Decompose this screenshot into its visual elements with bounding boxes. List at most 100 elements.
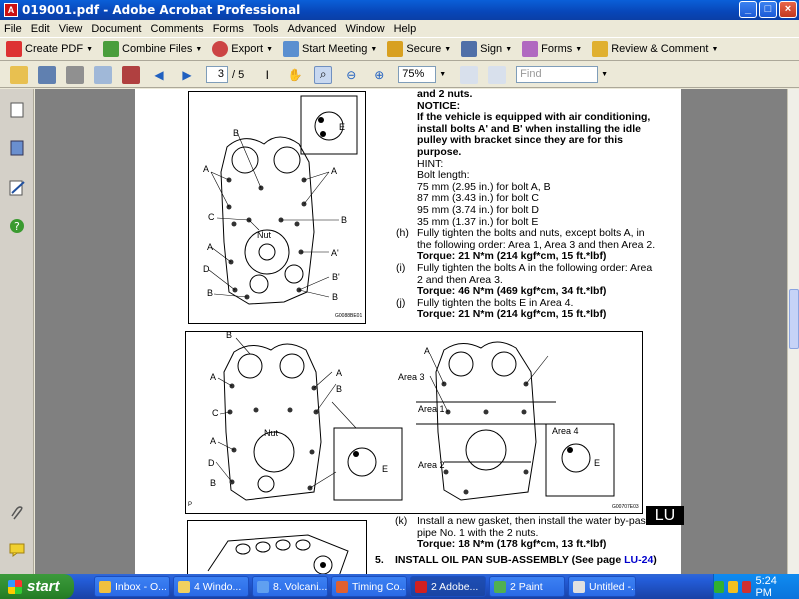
engine-diagram-top: B A A C B Nut A A' D B' B B E G0088BE01 — [188, 91, 366, 324]
start-button[interactable]: start — [0, 574, 74, 599]
network-icon[interactable] — [713, 580, 724, 593]
task-timing[interactable]: Timing Co... — [331, 576, 407, 597]
page-total: / 5 — [232, 68, 245, 81]
export-icon — [212, 41, 229, 57]
combine-files-button[interactable]: Combine Files ▼ — [103, 41, 202, 57]
menu-advanced[interactable]: Advanced — [288, 23, 337, 35]
task-windows[interactable]: 4 Windo... — [173, 576, 249, 597]
create-pdf-button[interactable]: Create PDF ▼ — [6, 41, 93, 57]
diagram-label: B' — [332, 272, 340, 282]
scroll-thumb[interactable] — [789, 289, 799, 349]
diagram-label: A — [210, 436, 217, 446]
export-button[interactable]: Export ▼ — [212, 41, 273, 57]
zoom-dropdown-icon[interactable]: ▼ — [439, 71, 446, 78]
diagram-label: E — [594, 458, 601, 468]
meeting-icon — [283, 41, 299, 57]
menu-bar: File Edit View Document Comments Forms T… — [0, 20, 799, 37]
signatures-icon[interactable] — [8, 179, 26, 197]
comments-icon[interactable] — [8, 541, 26, 559]
menu-forms[interactable]: Forms — [213, 23, 244, 35]
save-icon[interactable] — [38, 65, 56, 84]
combine-files-icon — [103, 41, 120, 57]
pages-icon[interactable] — [8, 101, 26, 119]
diagram-label: Area 3 — [398, 372, 425, 382]
menu-tools[interactable]: Tools — [253, 23, 279, 35]
zoom-tool-icon[interactable]: ⌕ — [314, 65, 333, 84]
diagram-label: P — [188, 502, 193, 508]
diagram-label: A — [331, 166, 338, 176]
notepad-icon — [573, 580, 585, 593]
warning-icon[interactable] — [727, 580, 738, 593]
windows-logo-icon — [8, 579, 22, 594]
diagram-label: B — [332, 292, 339, 302]
bookmarks-icon[interactable] — [8, 139, 26, 157]
forms-button[interactable]: Forms ▼ — [522, 41, 582, 57]
diagram-label: A — [336, 368, 343, 378]
diagram-label: C — [208, 212, 215, 222]
task-inbox[interactable]: Inbox - O... — [94, 576, 170, 597]
fit-page-icon[interactable] — [488, 65, 507, 84]
engine-diagram-middle: B A A B C Nut A D B A Area 3 Area 1 Area… — [185, 330, 643, 514]
task-untitled[interactable]: Untitled -... — [568, 576, 636, 597]
taskbar: start Inbox - O... 4 Windo... 8. Volcani… — [0, 574, 799, 599]
secure-button[interactable]: Secure ▼ — [387, 41, 451, 57]
review-comment-button[interactable]: Review & Comment ▼ — [592, 41, 718, 57]
pen-icon — [461, 41, 478, 57]
sign-button[interactable]: Sign ▼ — [461, 41, 512, 57]
menu-comments[interactable]: Comments — [151, 23, 204, 35]
find-input[interactable]: Find — [516, 66, 599, 83]
task-adobe[interactable]: 2 Adobe... — [410, 576, 486, 597]
page-link[interactable]: LU-24 — [624, 554, 653, 566]
navigation-panel: ? — [0, 89, 34, 574]
diagram-label: B — [233, 128, 240, 138]
diagram-label: C — [212, 408, 219, 418]
open-icon[interactable] — [10, 65, 28, 84]
zoom-in-icon[interactable]: ⊕ — [370, 66, 388, 84]
email-icon[interactable] — [94, 65, 112, 84]
security-icon[interactable] — [741, 580, 752, 593]
next-page-icon[interactable]: ▶ — [178, 66, 196, 84]
clock: 5:24 PM — [755, 574, 777, 599]
start-meeting-button[interactable]: Start Meeting ▼ — [283, 41, 377, 57]
ie-icon — [257, 580, 269, 593]
title-bar[interactable]: A 019001.pdf - Adobe Acrobat Professiona… — [0, 0, 799, 20]
menu-document[interactable]: Document — [91, 23, 141, 35]
menu-window[interactable]: Window — [345, 23, 384, 35]
diagram-label: B — [226, 330, 233, 340]
diagram-label: D — [203, 264, 210, 274]
select-text-icon[interactable]: I — [258, 66, 276, 84]
menu-file[interactable]: File — [4, 23, 22, 35]
print-icon[interactable] — [66, 65, 84, 84]
svg-text:?: ? — [14, 220, 20, 233]
review-icon — [592, 41, 609, 57]
browser-icon — [336, 580, 348, 593]
menu-help[interactable]: Help — [394, 23, 417, 35]
zoom-out-icon[interactable]: ⊖ — [342, 66, 360, 84]
maximize-button[interactable]: □ — [759, 1, 777, 18]
document-viewport[interactable]: B A A C B Nut A A' D B' B B E G0088BE01 … — [35, 89, 787, 574]
page-number-input[interactable]: 3 — [206, 66, 228, 83]
task-volcani[interactable]: 8. Volcani... — [252, 576, 328, 597]
menu-view[interactable]: View — [59, 23, 83, 35]
diagram-label: A — [207, 242, 214, 252]
instructions-top: and 2 nuts. NOTICE: If the vehicle is eq… — [396, 89, 656, 321]
help-icon[interactable]: ? — [8, 217, 26, 235]
diagram-label: B — [341, 215, 348, 225]
close-button[interactable]: × — [779, 1, 797, 18]
camera-icon[interactable] — [122, 65, 140, 84]
diagram-label: E — [339, 122, 346, 132]
diagram-code: G0088BE01 — [335, 313, 363, 319]
zoom-level-input[interactable]: 75% — [398, 66, 437, 83]
diagram-label: A — [203, 164, 210, 174]
attachments-icon[interactable] — [8, 504, 26, 522]
system-tray: 5:24 PM — [713, 574, 799, 599]
minimize-button[interactable]: _ — [739, 1, 757, 18]
find-dropdown-icon[interactable]: ▼ — [601, 71, 608, 78]
vertical-scrollbar[interactable] — [787, 89, 799, 574]
task-paint[interactable]: 2 Paint — [489, 576, 565, 597]
hand-tool-icon[interactable]: ✋ — [286, 66, 304, 84]
menu-edit[interactable]: Edit — [31, 23, 50, 35]
diagram-label: Area 2 — [418, 460, 445, 470]
actual-size-icon[interactable] — [460, 65, 479, 84]
previous-page-icon[interactable]: ◀ — [150, 66, 168, 84]
